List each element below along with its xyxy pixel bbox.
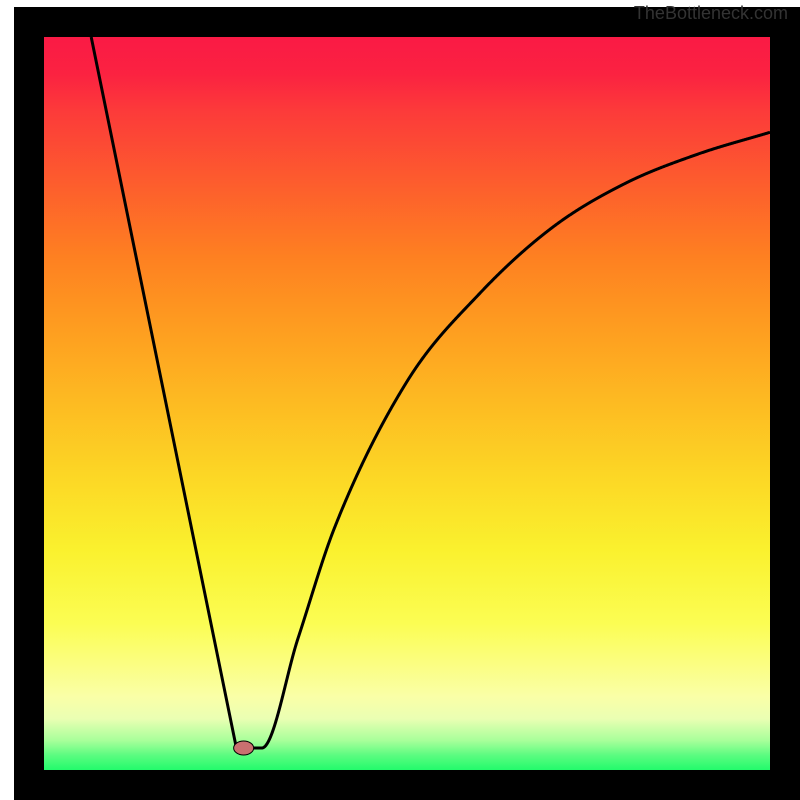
bottleneck-chart	[0, 0, 800, 800]
gradient-background	[44, 37, 770, 770]
chart-container: TheBottleneck.com	[0, 0, 800, 800]
minimum-marker	[234, 741, 254, 755]
watermark: TheBottleneck.com	[634, 3, 788, 24]
